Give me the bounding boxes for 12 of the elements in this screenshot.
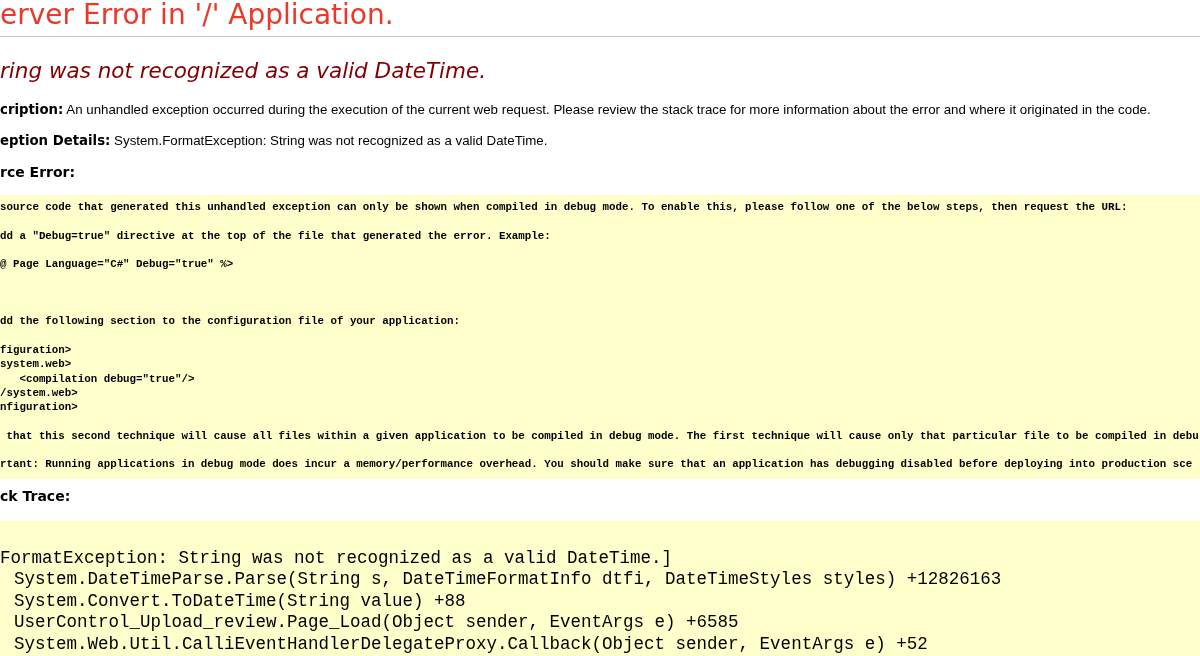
error-heading: ring was not recognized as a valid DateTime. bbox=[0, 57, 487, 85]
stack-trace-line: System.DateTimeParse.Parse(String s, DateTimeFormatInfo dtfi, DateTimeStyles styles) +12826163 bbox=[14, 569, 1002, 591]
error-detail: cription: An unhandled exception occurred during the execution of the current web request. Please review the stack trace for more information about the error and where it originated in the code. bbox=[0, 101, 1151, 119]
page-title: erver Error in '/' Application. bbox=[0, 0, 394, 30]
stack-trace-line: System.Web.Util.CalliEventHandlerDelegateProxy.Callback(Object sender, EventArgs e) +52 bbox=[14, 633, 928, 656]
section-heading: ck Trace: bbox=[0, 486, 71, 505]
section-heading: rce Error: bbox=[0, 163, 76, 181]
error-detail: eption Details: System.FormatException: String was not recognized as a valid DateTime. bbox=[0, 132, 548, 150]
code-text: source code that generated this unhandled exception can only be shown when compiled in debug mode. To enable this, please follow one of the below steps, then request the URL: dd a "Debug=true" directive at the top of the file that generated the error. Example: @ Page Language="C#" Debug="true" %> dd the following section to the configuration file of your application: figuration> system.web> <compilation debug="true"/> /system.web> nfiguration> that this second technique will cause all files within a given application to be compiled in debug mode. The first technique will cause only that particular file to be compiled in debu rtant: Running applications in debug mode does incur a memory/performance overhead. You should make sure that an application has debugging disabled before deploying into production sce bbox=[0, 200, 1199, 472]
stack-trace-line: UserControl_Upload_review.Page_Load(Object sender, EventArgs e) +6585 bbox=[14, 612, 739, 634]
stack-trace-line: System.Convert.ToDateTime(String value) +88 bbox=[14, 590, 466, 613]
stack-trace-line: FormatException: String was not recognized as a valid DateTime.] bbox=[0, 547, 673, 570]
